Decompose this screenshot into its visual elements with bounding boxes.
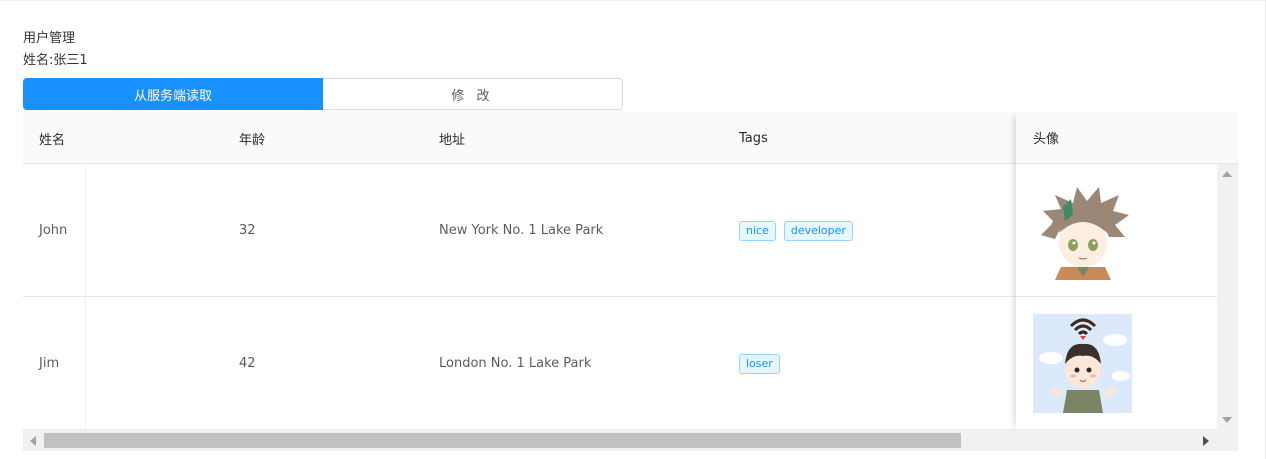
cell-avatar xyxy=(1016,297,1217,430)
column-header-age[interactable]: 年龄 xyxy=(239,112,265,164)
cell-address: London No. 1 Lake Park xyxy=(439,356,592,371)
horizontal-scrollbar[interactable] xyxy=(23,430,1238,451)
fixed-avatar-column: 头像 xyxy=(1016,112,1238,430)
tag: developer xyxy=(783,220,853,241)
edit-button[interactable]: 修 改 xyxy=(323,78,623,110)
cell-avatar xyxy=(1016,164,1217,297)
cell-tags: loser xyxy=(739,297,788,430)
current-user-label: 姓名:张三1 xyxy=(23,53,88,68)
cell-tags: nice developer xyxy=(739,164,861,297)
cell-name: John xyxy=(39,223,68,238)
user-table: 姓名 年龄 地址 Tags John 32 New York No. 1 Lak… xyxy=(23,112,1238,451)
action-button-group: 从服务端读取 修 改 xyxy=(23,78,623,110)
column-header-name[interactable]: 姓名 xyxy=(39,112,65,164)
scroll-down-icon[interactable] xyxy=(1222,417,1232,423)
horizontal-scroll-thumb[interactable] xyxy=(44,433,961,448)
scroll-right-icon[interactable] xyxy=(1203,436,1209,446)
vertical-scrollbar[interactable] xyxy=(1217,164,1238,430)
anime-boy-avatar-image xyxy=(1033,180,1132,280)
tag: loser xyxy=(739,353,780,374)
page: 用户管理 姓名:张三1 从服务端读取 修 改 姓名 年龄 地址 Tags Joh… xyxy=(0,0,1266,459)
cell-age: 32 xyxy=(239,223,256,238)
column-header-avatar[interactable]: 头像 xyxy=(1016,112,1238,164)
tag: nice xyxy=(739,220,776,241)
cell-address: New York No. 1 Lake Park xyxy=(439,223,604,238)
column-header-tags[interactable]: Tags xyxy=(739,112,768,164)
scroll-left-icon[interactable] xyxy=(30,436,36,446)
column-header-address[interactable]: 地址 xyxy=(439,112,465,164)
cell-age: 42 xyxy=(239,356,256,371)
page-title: 用户管理 xyxy=(23,31,76,46)
scroll-up-icon[interactable] xyxy=(1222,171,1232,177)
cartoon-boy-wifi-avatar-image xyxy=(1033,313,1132,413)
load-from-server-button[interactable]: 从服务端读取 xyxy=(23,78,323,110)
cell-name: Jim xyxy=(39,356,60,371)
